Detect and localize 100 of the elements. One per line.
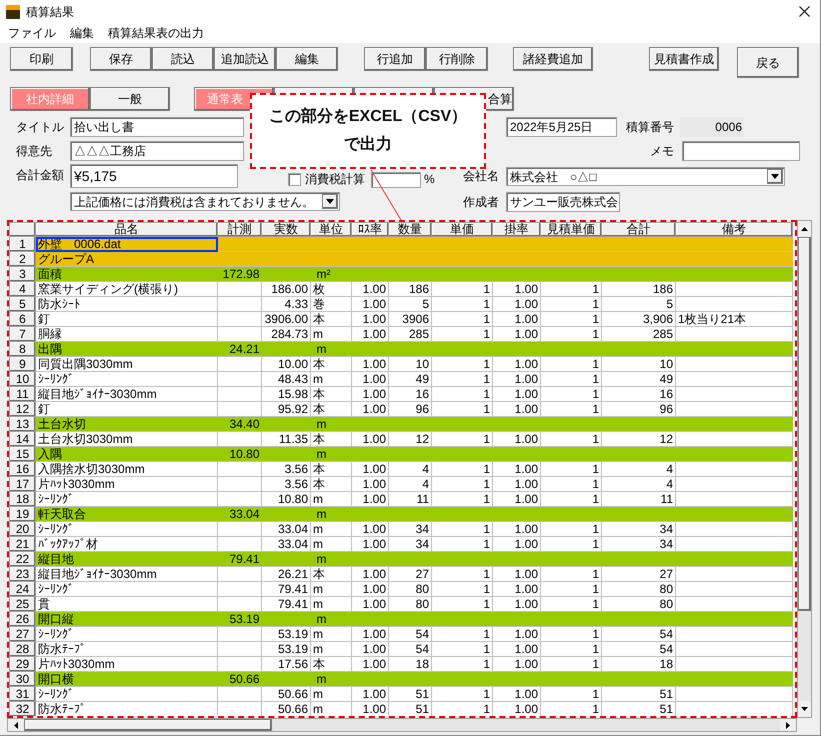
table-cell: 24.21 <box>218 342 262 356</box>
table-cell: 1.00 <box>492 402 540 416</box>
table-cell: m <box>310 596 352 612</box>
table-cell: m <box>310 536 352 552</box>
table-cell: m <box>310 522 352 536</box>
table-cell: 1 <box>432 326 492 342</box>
table-cell: 本 <box>310 566 352 582</box>
table-cell: 1 <box>432 296 492 312</box>
table-cell: 1.00 <box>492 476 540 492</box>
table-cell: 1 <box>432 386 492 402</box>
table-cell: 11 <box>602 492 676 506</box>
table-cell: 1 <box>540 702 602 716</box>
window-title: 積算結果 <box>26 4 74 20</box>
table-cell: m <box>310 552 352 566</box>
table-cell: 1 <box>540 312 602 326</box>
table-cell: 1 <box>540 642 602 656</box>
table-cell: 枚 <box>310 282 352 296</box>
table-cell: 51 <box>602 686 676 702</box>
table-cell: 4 <box>388 476 432 492</box>
table-cell: 96 <box>602 402 676 416</box>
table-cell: 1.00 <box>352 296 388 312</box>
table-cell: 本 <box>310 386 352 402</box>
table-cell: 49 <box>388 372 432 386</box>
table-cell: 軒天取合 <box>36 506 218 522</box>
table-cell: 片ﾊｯﾄ3030mm <box>36 476 218 492</box>
table-cell: 54 <box>388 642 432 656</box>
table-cell: 1.00 <box>352 642 388 656</box>
table-cell: m <box>310 492 352 506</box>
table-cell: 1.00 <box>352 312 388 326</box>
table-cell: 10.80 <box>262 492 310 506</box>
table-cell: 1.00 <box>492 522 540 536</box>
table-cell: m <box>310 702 352 716</box>
table-cell: 1.00 <box>492 642 540 656</box>
table-cell: 1.00 <box>492 566 540 582</box>
table-cell: 186.00 <box>262 282 310 296</box>
table-cell: 本 <box>310 462 352 476</box>
table-cell: 1.00 <box>352 596 388 612</box>
table-cell: 釘 <box>36 312 218 326</box>
table-cell: 53.19 <box>262 626 310 642</box>
table-cell: 16 <box>388 386 432 402</box>
readonly-field: 0006 <box>680 116 744 136</box>
table-cell: 1 <box>432 492 492 506</box>
table-cell: 縦目地ｼﾞｮｲﾅｰ3030mm <box>36 566 218 582</box>
table-cell: 80 <box>388 596 432 612</box>
table-cell: 51 <box>602 702 676 716</box>
table-cell: 27 <box>602 566 676 582</box>
table-cell: 50.66 <box>262 686 310 702</box>
table-cell: 1 <box>540 402 602 416</box>
table-cell: 本 <box>310 476 352 492</box>
table-cell: 1 <box>540 582 602 596</box>
table-cell: 33.04 <box>262 522 310 536</box>
table-cell: 1.00 <box>352 656 388 672</box>
table-cell: 1 <box>540 476 602 492</box>
table-cell: 80 <box>388 582 432 596</box>
table-cell: 1 <box>432 462 492 476</box>
table-cell: 186 <box>388 282 432 296</box>
field-label: 得意先 <box>16 142 53 160</box>
table-cell: 284.73 <box>262 326 310 342</box>
field-label: メモ <box>650 142 675 160</box>
table-cell: 79.41 <box>262 582 310 596</box>
table-cell: 16 <box>602 386 676 402</box>
table-cell: 34 <box>388 522 432 536</box>
table-cell: 1 <box>432 702 492 716</box>
table-cell: 96 <box>388 402 432 416</box>
table-cell: 51 <box>388 686 432 702</box>
table-cell: 27 <box>388 566 432 582</box>
table-cell: ｼｰﾘﾝｸﾞ <box>36 492 218 506</box>
table-cell: 1.00 <box>492 626 540 642</box>
table-cell: 1.00 <box>352 326 388 342</box>
table-cell: 1 <box>540 356 602 372</box>
table-cell: 1 <box>540 626 602 642</box>
table-cell: 1 <box>540 492 602 506</box>
table-cell: 1 <box>432 312 492 326</box>
table-cell: 53.19 <box>218 612 262 626</box>
table-cell: 4 <box>602 462 676 476</box>
table-cell: 1.00 <box>352 356 388 372</box>
table-cell: 3906 <box>388 312 432 326</box>
table-cell: 本 <box>310 402 352 416</box>
table-cell: 土台水切3030mm <box>36 432 218 446</box>
table-cell: 12 <box>388 432 432 446</box>
table-cell: 79.41 <box>218 552 262 566</box>
table-cell: グループA <box>36 252 218 266</box>
table-cell: 1.00 <box>492 372 540 386</box>
table-cell: 1 <box>432 582 492 596</box>
table-cell: 1.00 <box>352 372 388 386</box>
table-cell: 18 <box>388 656 432 672</box>
table-cell: 1.00 <box>492 492 540 506</box>
table-cell: 95.92 <box>262 402 310 416</box>
table-cell: 10 <box>602 356 676 372</box>
table-cell: 1.00 <box>352 282 388 296</box>
table-cell: 10 <box>388 356 432 372</box>
table-cell: 1 <box>432 432 492 446</box>
table-cell: 34 <box>388 536 432 552</box>
table-cell: m <box>310 342 352 356</box>
table-cell: 186 <box>602 282 676 296</box>
table-cell: 1.00 <box>492 462 540 476</box>
table-cell: 1.00 <box>352 432 388 446</box>
table-cell: 10.80 <box>218 446 262 462</box>
table-cell: 34 <box>602 522 676 536</box>
table-cell: 5 <box>388 296 432 312</box>
